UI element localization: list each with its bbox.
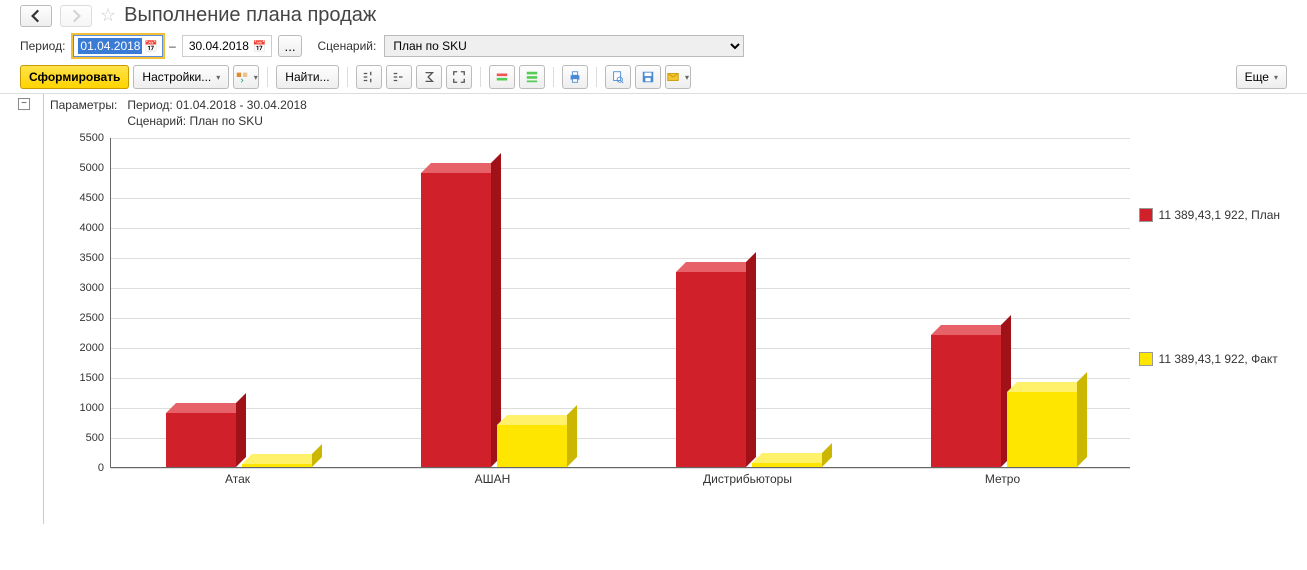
period-from-field[interactable]: 📅	[73, 35, 163, 57]
print-button[interactable]	[562, 65, 588, 89]
params-header-line2: Сценарий: План по SKU	[127, 114, 317, 130]
save-button[interactable]	[635, 65, 661, 89]
bar	[752, 463, 822, 467]
fullscreen-button[interactable]	[446, 65, 472, 89]
email-button[interactable]: ▾	[665, 65, 691, 89]
expand-groups-button[interactable]	[356, 65, 382, 89]
variants-button[interactable]: ▾	[233, 65, 259, 89]
bar	[166, 413, 236, 467]
period-label: Период:	[20, 39, 65, 53]
nav-forward-button[interactable]	[60, 5, 92, 27]
period-separator: –	[169, 39, 176, 53]
calendar-icon[interactable]: 📅	[144, 40, 158, 53]
chart: 0 500 1000 1500 2000 2500 3000 3500 4000 4500 5000…	[50, 138, 1290, 498]
calendar-icon[interactable]: 📅	[253, 40, 267, 53]
preview-button[interactable]	[605, 65, 631, 89]
bar	[421, 173, 491, 467]
column-color-button[interactable]	[519, 65, 545, 89]
params-header-line1: Период: 01.04.2018 - 30.04.2018	[127, 98, 317, 114]
bar	[497, 425, 567, 467]
x-label: Дистрибьюторы	[648, 472, 848, 486]
x-label: Атак	[138, 472, 338, 486]
y-tick: 5500	[50, 132, 104, 144]
period-to-input[interactable]	[187, 38, 251, 54]
settings-button[interactable]: Настройки...▾	[133, 65, 229, 89]
bar	[931, 335, 1001, 467]
bar	[676, 272, 746, 467]
bar	[1007, 392, 1077, 467]
y-tick: 1000	[50, 402, 104, 414]
nav-back-button[interactable]	[20, 5, 52, 27]
y-tick: 3500	[50, 252, 104, 264]
row-color-button[interactable]	[489, 65, 515, 89]
x-label: АШАН	[393, 472, 593, 486]
x-label: Метро	[903, 472, 1103, 486]
params-header-label: Параметры:	[50, 98, 127, 114]
legend-swatch-fact-icon	[1139, 352, 1153, 366]
y-tick: 500	[50, 432, 104, 444]
y-tick: 1500	[50, 372, 104, 384]
legend-fact: 11 389,43,1 922, Факт	[1139, 352, 1280, 366]
collapse-groups-button[interactable]	[386, 65, 412, 89]
legend-swatch-plan-icon	[1139, 208, 1153, 222]
y-tick: 5000	[50, 162, 104, 174]
scenario-select[interactable]: План по SKU	[384, 35, 744, 57]
y-tick: 3000	[50, 282, 104, 294]
y-tick: 0	[50, 462, 104, 474]
y-tick: 4500	[50, 192, 104, 204]
sum-button[interactable]	[416, 65, 442, 89]
page-title: Выполнение плана продаж	[124, 4, 376, 27]
more-button[interactable]: Еще▾	[1236, 65, 1287, 89]
scenario-label: Сценарий:	[318, 39, 377, 53]
period-ellipsis-button[interactable]: ...	[278, 35, 302, 57]
y-tick: 2500	[50, 312, 104, 324]
period-to-field[interactable]: 📅	[182, 35, 272, 57]
period-from-input[interactable]	[78, 38, 142, 54]
bar	[242, 464, 312, 467]
y-tick: 2000	[50, 342, 104, 354]
favorite-star-icon[interactable]: ☆	[100, 5, 116, 26]
legend-plan: 11 389,43,1 922, План	[1139, 208, 1280, 222]
collapse-toggle-icon[interactable]: −	[18, 98, 30, 110]
find-button[interactable]: Найти...	[276, 65, 338, 89]
y-tick: 4000	[50, 222, 104, 234]
form-report-button[interactable]: Сформировать	[20, 65, 129, 89]
